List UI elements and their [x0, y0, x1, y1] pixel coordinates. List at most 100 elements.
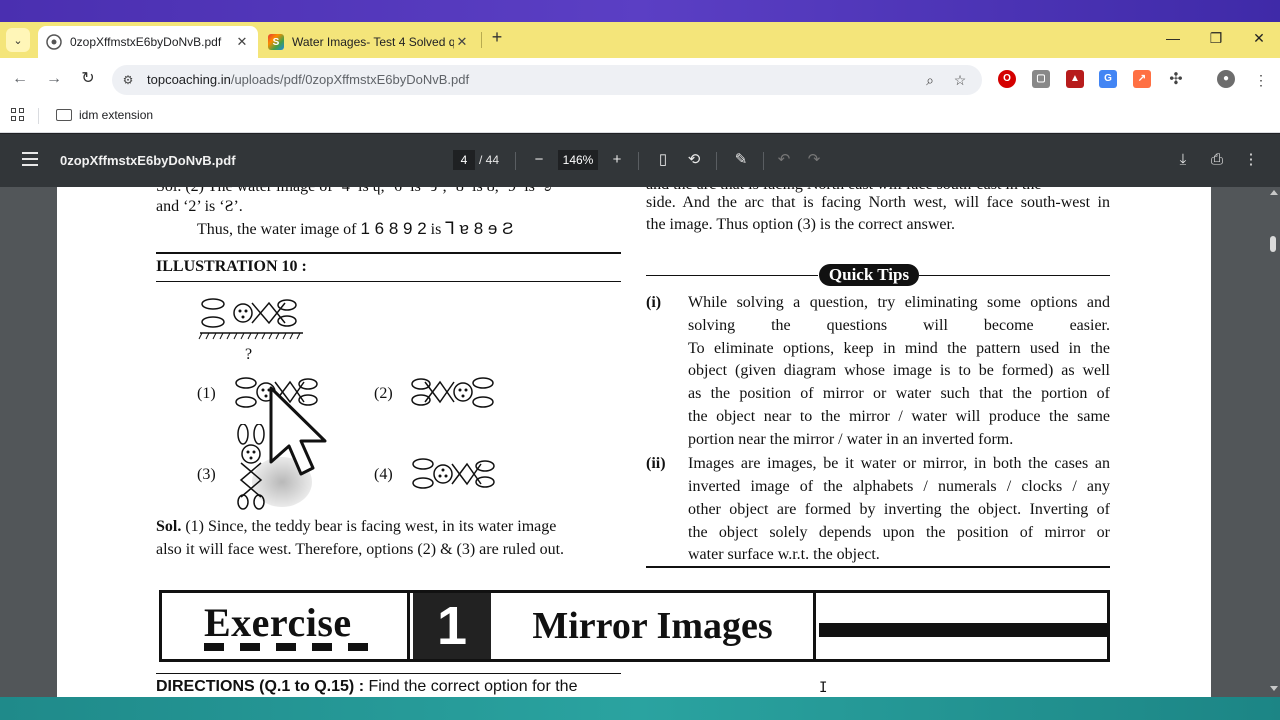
teddy-bear-figure [198, 298, 303, 340]
sol-line-1-text: (1) Since, the teddy bear is facing west… [185, 518, 557, 535]
rule [156, 252, 621, 254]
tip-ii-label: (ii) [646, 455, 666, 472]
tip-i-line: as the position of mirror or water such … [688, 385, 1110, 402]
directions-rule [156, 673, 621, 674]
url-domain: topcoaching.in [147, 72, 231, 87]
bookmarks-bar: idm extension [0, 100, 1280, 133]
url-text[interactable]: topcoaching.in/uploads/pdf/0zopXffmstxE6… [147, 72, 469, 87]
tip-i-line: object (given diagram whose image is to … [688, 362, 1110, 379]
pdf-page: Sol. (2) The water image of ‘4’ is ɥ, ‘6… [57, 187, 1211, 697]
s-favicon: S [268, 34, 284, 50]
print-icon[interactable]: ⎙ [1206, 149, 1228, 171]
exercise-dash [204, 643, 224, 651]
new-tab-button[interactable]: + [486, 26, 508, 48]
tip-ii-line: Images are images, be it water or mirror… [688, 455, 1110, 472]
scroll-up-arrow[interactable] [1270, 190, 1278, 195]
reload-icon: ↻ [81, 70, 95, 87]
close-icon[interactable]: ✕ [454, 34, 470, 50]
directions-label: DIRECTIONS (Q.1 to Q.15) : [156, 678, 365, 695]
tip-i-line: portion near the mirror / water in an in… [688, 431, 1014, 448]
tab-separator [481, 32, 482, 48]
undo-icon[interactable]: ↶ [773, 149, 795, 171]
exercise-band [819, 623, 1107, 637]
translate-ext-icon[interactable]: G [1099, 70, 1117, 88]
more-vert-icon[interactable]: ⋮ [1251, 70, 1271, 90]
directions-text: Find the correct option for the [368, 678, 578, 695]
exercise-title: Mirror Images [492, 593, 816, 659]
apps-grid-icon[interactable] [11, 108, 25, 122]
scrollbar[interactable] [1266, 187, 1280, 697]
folder-icon[interactable] [56, 109, 72, 121]
extension-2-icon[interactable]: ▲ [1066, 70, 1084, 88]
tip-i-line: While solving a question, try eliminatin… [688, 294, 1110, 311]
page-number-input[interactable]: 4 [453, 150, 475, 170]
right-line-1: side. And the arc that is facing North w… [646, 194, 1110, 211]
draw-icon[interactable]: ✎ [730, 149, 752, 171]
back-button[interactable]: ← [8, 67, 32, 91]
mouse-cursor-icon [269, 386, 327, 476]
zoom-icon[interactable]: ⌕ [920, 70, 940, 90]
option-4-label: (4) [374, 466, 393, 483]
forward-button[interactable]: → [42, 67, 66, 91]
sol-line-2: also it will face west. Therefore, optio… [156, 541, 565, 558]
opera-ext-icon[interactable]: O [998, 70, 1016, 88]
close-icon[interactable]: ✕ [234, 34, 250, 50]
bookmark-separator [38, 108, 39, 124]
question-mark: ? [245, 346, 253, 363]
menu-icon[interactable] [22, 152, 38, 166]
close-icon: ✕ [1253, 30, 1265, 46]
toolbar-separator [515, 152, 516, 170]
toolbar-separator [763, 152, 764, 170]
star-icon[interactable]: ☆ [950, 70, 970, 90]
quick-tips-rule-right [919, 275, 1110, 276]
tip-ii-line: other object are formed by inverting the… [688, 501, 1110, 518]
profile-avatar[interactable]: ● [1217, 70, 1235, 88]
exercise-dash [240, 643, 260, 651]
tip-ii-line: the object solely depends upon the posit… [688, 524, 1110, 541]
tab-pdf[interactable]: 0zopXffmstxE6byDoNvB.pdf ✕ [38, 26, 258, 58]
tab-title: Water Images- Test 4 Solved qu [292, 35, 454, 49]
and-2-line: and ‘2’ is ‘Ƨ’. [156, 198, 243, 215]
scroll-down-arrow[interactable] [1270, 686, 1278, 691]
zoom-level-input[interactable]: 146% [558, 150, 598, 170]
zoom-out-icon[interactable]: − [528, 149, 550, 171]
download-icon[interactable]: ⤓ [1172, 149, 1194, 171]
minimize-icon: — [1166, 30, 1180, 46]
thus-line: Thus, the water image of 1 6 8 9 2 is ⅂ … [197, 219, 513, 240]
pdf-favicon [46, 34, 62, 50]
restore-button[interactable]: ❐ [1200, 26, 1232, 50]
redo-icon[interactable]: ↷ [803, 149, 825, 171]
bookmark-idm-extension[interactable]: idm extension [79, 108, 153, 122]
site-info-icon[interactable]: ⚙ [119, 71, 137, 89]
extension-1-icon[interactable]: ▢ [1032, 70, 1050, 88]
close-window-button[interactable]: ✕ [1243, 26, 1275, 50]
zoom-in-icon[interactable]: + [606, 149, 628, 171]
reload-button[interactable]: ↻ [76, 67, 100, 91]
pdf-viewer[interactable]: Sol. (2) The water image of ‘4’ is ɥ, ‘6… [0, 187, 1280, 697]
screen-top-strip [0, 0, 1280, 22]
tip-i-label: (i) [646, 294, 662, 311]
more-vert-icon[interactable]: ⋮ [1240, 149, 1262, 171]
pdf-toolbar: 0zopXffmstxE6byDoNvB.pdf 4 / 44 − 146% +… [0, 134, 1280, 187]
toolbar-separator [638, 152, 639, 170]
rotate-icon[interactable]: ⟲ [683, 149, 705, 171]
thus-image: ⅂ ɐ 8 ɘ Ƨ [445, 219, 514, 238]
fit-page-icon[interactable]: ▯ [652, 149, 674, 171]
minimize-button[interactable]: — [1157, 26, 1189, 50]
exercise-label-box: Exercise [162, 593, 410, 659]
scroll-thumb[interactable] [1270, 236, 1276, 252]
extensions-icon[interactable]: ✣ [1166, 70, 1186, 90]
exercise-dash [348, 643, 368, 651]
tab-water-images[interactable]: S Water Images- Test 4 Solved qu ✕ [260, 26, 478, 58]
tip-ii-line: inverted image of the alphabets / numera… [688, 478, 1110, 495]
thus-prefix: Thus, the water image of [197, 221, 357, 238]
sol-line-1: Sol. (1) Since, the teddy bear is facing… [156, 517, 621, 537]
option-2-label: (2) [374, 385, 393, 402]
option-2-figure [411, 377, 494, 408]
exercise-number: 1 [413, 593, 491, 659]
tab-search-button[interactable]: ⌄ [6, 28, 30, 52]
sol-label: Sol. [156, 518, 182, 535]
option-3-label: (3) [197, 466, 216, 483]
extension-3-icon[interactable]: ↗ [1133, 70, 1151, 88]
screen-bottom-strip [0, 697, 1280, 720]
